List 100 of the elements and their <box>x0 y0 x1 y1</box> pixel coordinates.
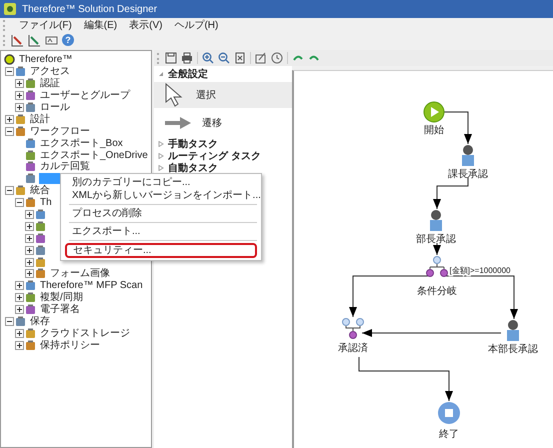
menu-item[interactable]: ファイル(F) <box>19 18 72 32</box>
tree-item[interactable]: Therefore™ MFP Scan <box>39 280 144 292</box>
expander-toggle[interactable] <box>25 269 34 278</box>
user-task-node[interactable] <box>507 320 519 341</box>
tree-item[interactable]: 認証 <box>39 78 61 90</box>
expander-toggle[interactable] <box>15 103 24 112</box>
expander-toggle[interactable] <box>15 198 24 208</box>
expander-toggle[interactable] <box>25 222 34 231</box>
item-icon <box>25 102 36 113</box>
window-title: Therefore™ Solution Designer <box>22 4 158 14</box>
item-icon <box>25 197 36 208</box>
user-task-node[interactable] <box>462 145 474 166</box>
tree-item[interactable]: 設計 <box>29 114 51 125</box>
user-task-node[interactable] <box>430 210 442 231</box>
item-icon <box>25 78 36 90</box>
start-node[interactable] <box>424 102 444 122</box>
expander-toggle[interactable] <box>15 328 24 338</box>
item-icon <box>35 209 46 220</box>
help-button[interactable]: ? <box>62 34 74 46</box>
item-icon <box>15 66 26 78</box>
menu-item[interactable]: 表示(V) <box>129 18 162 32</box>
node-label: 部長承認 <box>416 234 456 245</box>
item-icon <box>25 340 36 351</box>
connector-arrow[interactable] <box>358 356 453 402</box>
expander-toggle[interactable] <box>15 79 24 88</box>
menu-item[interactable]: ヘルプ(H) <box>174 18 218 32</box>
expander-toggle[interactable] <box>15 340 24 350</box>
connector-arrow[interactable] <box>362 329 502 337</box>
expander-toggle[interactable] <box>25 210 34 220</box>
menu-item[interactable]: 編集(E) <box>84 18 118 32</box>
expander-toggle[interactable] <box>25 258 34 267</box>
tree-item[interactable]: ロール <box>39 102 71 113</box>
condition-label: [金額]>=1000000 <box>450 266 510 275</box>
node-label: 承認済 <box>338 343 368 354</box>
tree-item[interactable]: カルテ回覧 <box>39 161 91 172</box>
context-menu-item[interactable]: 別のカテゴリーにコピー... <box>65 176 257 189</box>
node-label: 条件分岐 <box>417 286 457 297</box>
expander-toggle[interactable] <box>15 305 24 314</box>
item-icon <box>25 150 36 161</box>
context-menu-item[interactable]: エクスポート... <box>65 225 257 238</box>
zoom-in-icon[interactable] <box>202 52 214 64</box>
palette-section[interactable]: 手動タスク <box>168 137 218 151</box>
end-node[interactable] <box>438 402 460 424</box>
expander-toggle[interactable] <box>5 317 14 326</box>
expander-toggle[interactable] <box>5 126 14 136</box>
context-menu-item[interactable]: プロセスの削除 <box>65 207 257 220</box>
node-label: 課長承認 <box>448 169 488 180</box>
item-icon <box>25 90 36 102</box>
zoom-out-icon[interactable] <box>218 52 230 64</box>
tree-item[interactable]: ワークフロー <box>29 126 91 137</box>
palette-section[interactable]: 全般設定 <box>168 67 208 81</box>
tree-item[interactable]: 保持ポリシー <box>39 340 101 351</box>
expander-toggle[interactable] <box>5 67 14 76</box>
expanded-caret-icon[interactable] <box>158 71 164 77</box>
tree-item[interactable]: エクスポート_OneDrive <box>39 150 149 161</box>
merge-node[interactable] <box>342 318 364 339</box>
tree-item[interactable]: ユーザーとグループ <box>39 90 131 102</box>
pencil-chart-icon[interactable] <box>28 34 41 46</box>
pencil-chart-icon[interactable] <box>11 34 24 46</box>
expander-toggle[interactable] <box>15 91 24 100</box>
palette-tool[interactable]: 選択 <box>154 82 292 108</box>
tree-item[interactable]: クラウドストレージ <box>39 328 131 339</box>
palette-section[interactable]: ルーティング タスク <box>168 149 261 163</box>
expander-toggle[interactable] <box>5 114 14 124</box>
branch-node[interactable] <box>426 256 448 277</box>
print-icon[interactable] <box>181 52 193 64</box>
save-icon[interactable] <box>165 52 177 64</box>
tree-item[interactable]: 統合 <box>29 185 51 196</box>
tree-item[interactable]: 複製/同期 <box>39 292 84 304</box>
connector-arrow[interactable] <box>433 242 441 256</box>
node-label: 本部長承認 <box>488 344 538 355</box>
node-label: 開始 <box>424 125 444 136</box>
app-logo-icon <box>4 3 16 15</box>
tree-item[interactable]: フォーム画像 <box>49 268 111 280</box>
connector-arrow[interactable] <box>444 112 472 144</box>
item-icon <box>15 185 26 196</box>
fit-page-icon[interactable] <box>234 52 246 64</box>
connector-arrow[interactable] <box>433 176 468 210</box>
clock-icon[interactable] <box>271 52 283 64</box>
expander-toggle[interactable] <box>25 246 34 255</box>
tree-item[interactable]: Therefore™ <box>18 54 74 66</box>
palette-section[interactable]: 自動タスク <box>168 161 218 175</box>
expander-toggle[interactable] <box>15 281 24 290</box>
tree-item[interactable]: 保存 <box>29 316 51 328</box>
tree-item[interactable]: Th <box>39 197 53 208</box>
tree-item[interactable]: 電子署名 <box>39 304 81 316</box>
tree-item[interactable]: アクセス <box>29 66 71 78</box>
item-icon <box>35 232 46 244</box>
expander-toggle[interactable] <box>15 293 24 302</box>
item-icon <box>15 316 26 328</box>
palette-tool[interactable]: 遷移 <box>154 110 292 136</box>
item-icon <box>25 161 36 172</box>
expander-toggle[interactable] <box>5 186 14 196</box>
context-menu-item[interactable]: セキュリティー... <box>65 243 257 258</box>
tree-item[interactable]: エクスポート_Box <box>39 138 124 149</box>
status-light-icon <box>4 54 15 66</box>
expander-toggle[interactable] <box>25 234 34 243</box>
item-icon <box>25 138 36 149</box>
arrow-icon <box>164 116 192 130</box>
page-setup-icon[interactable] <box>255 52 267 64</box>
